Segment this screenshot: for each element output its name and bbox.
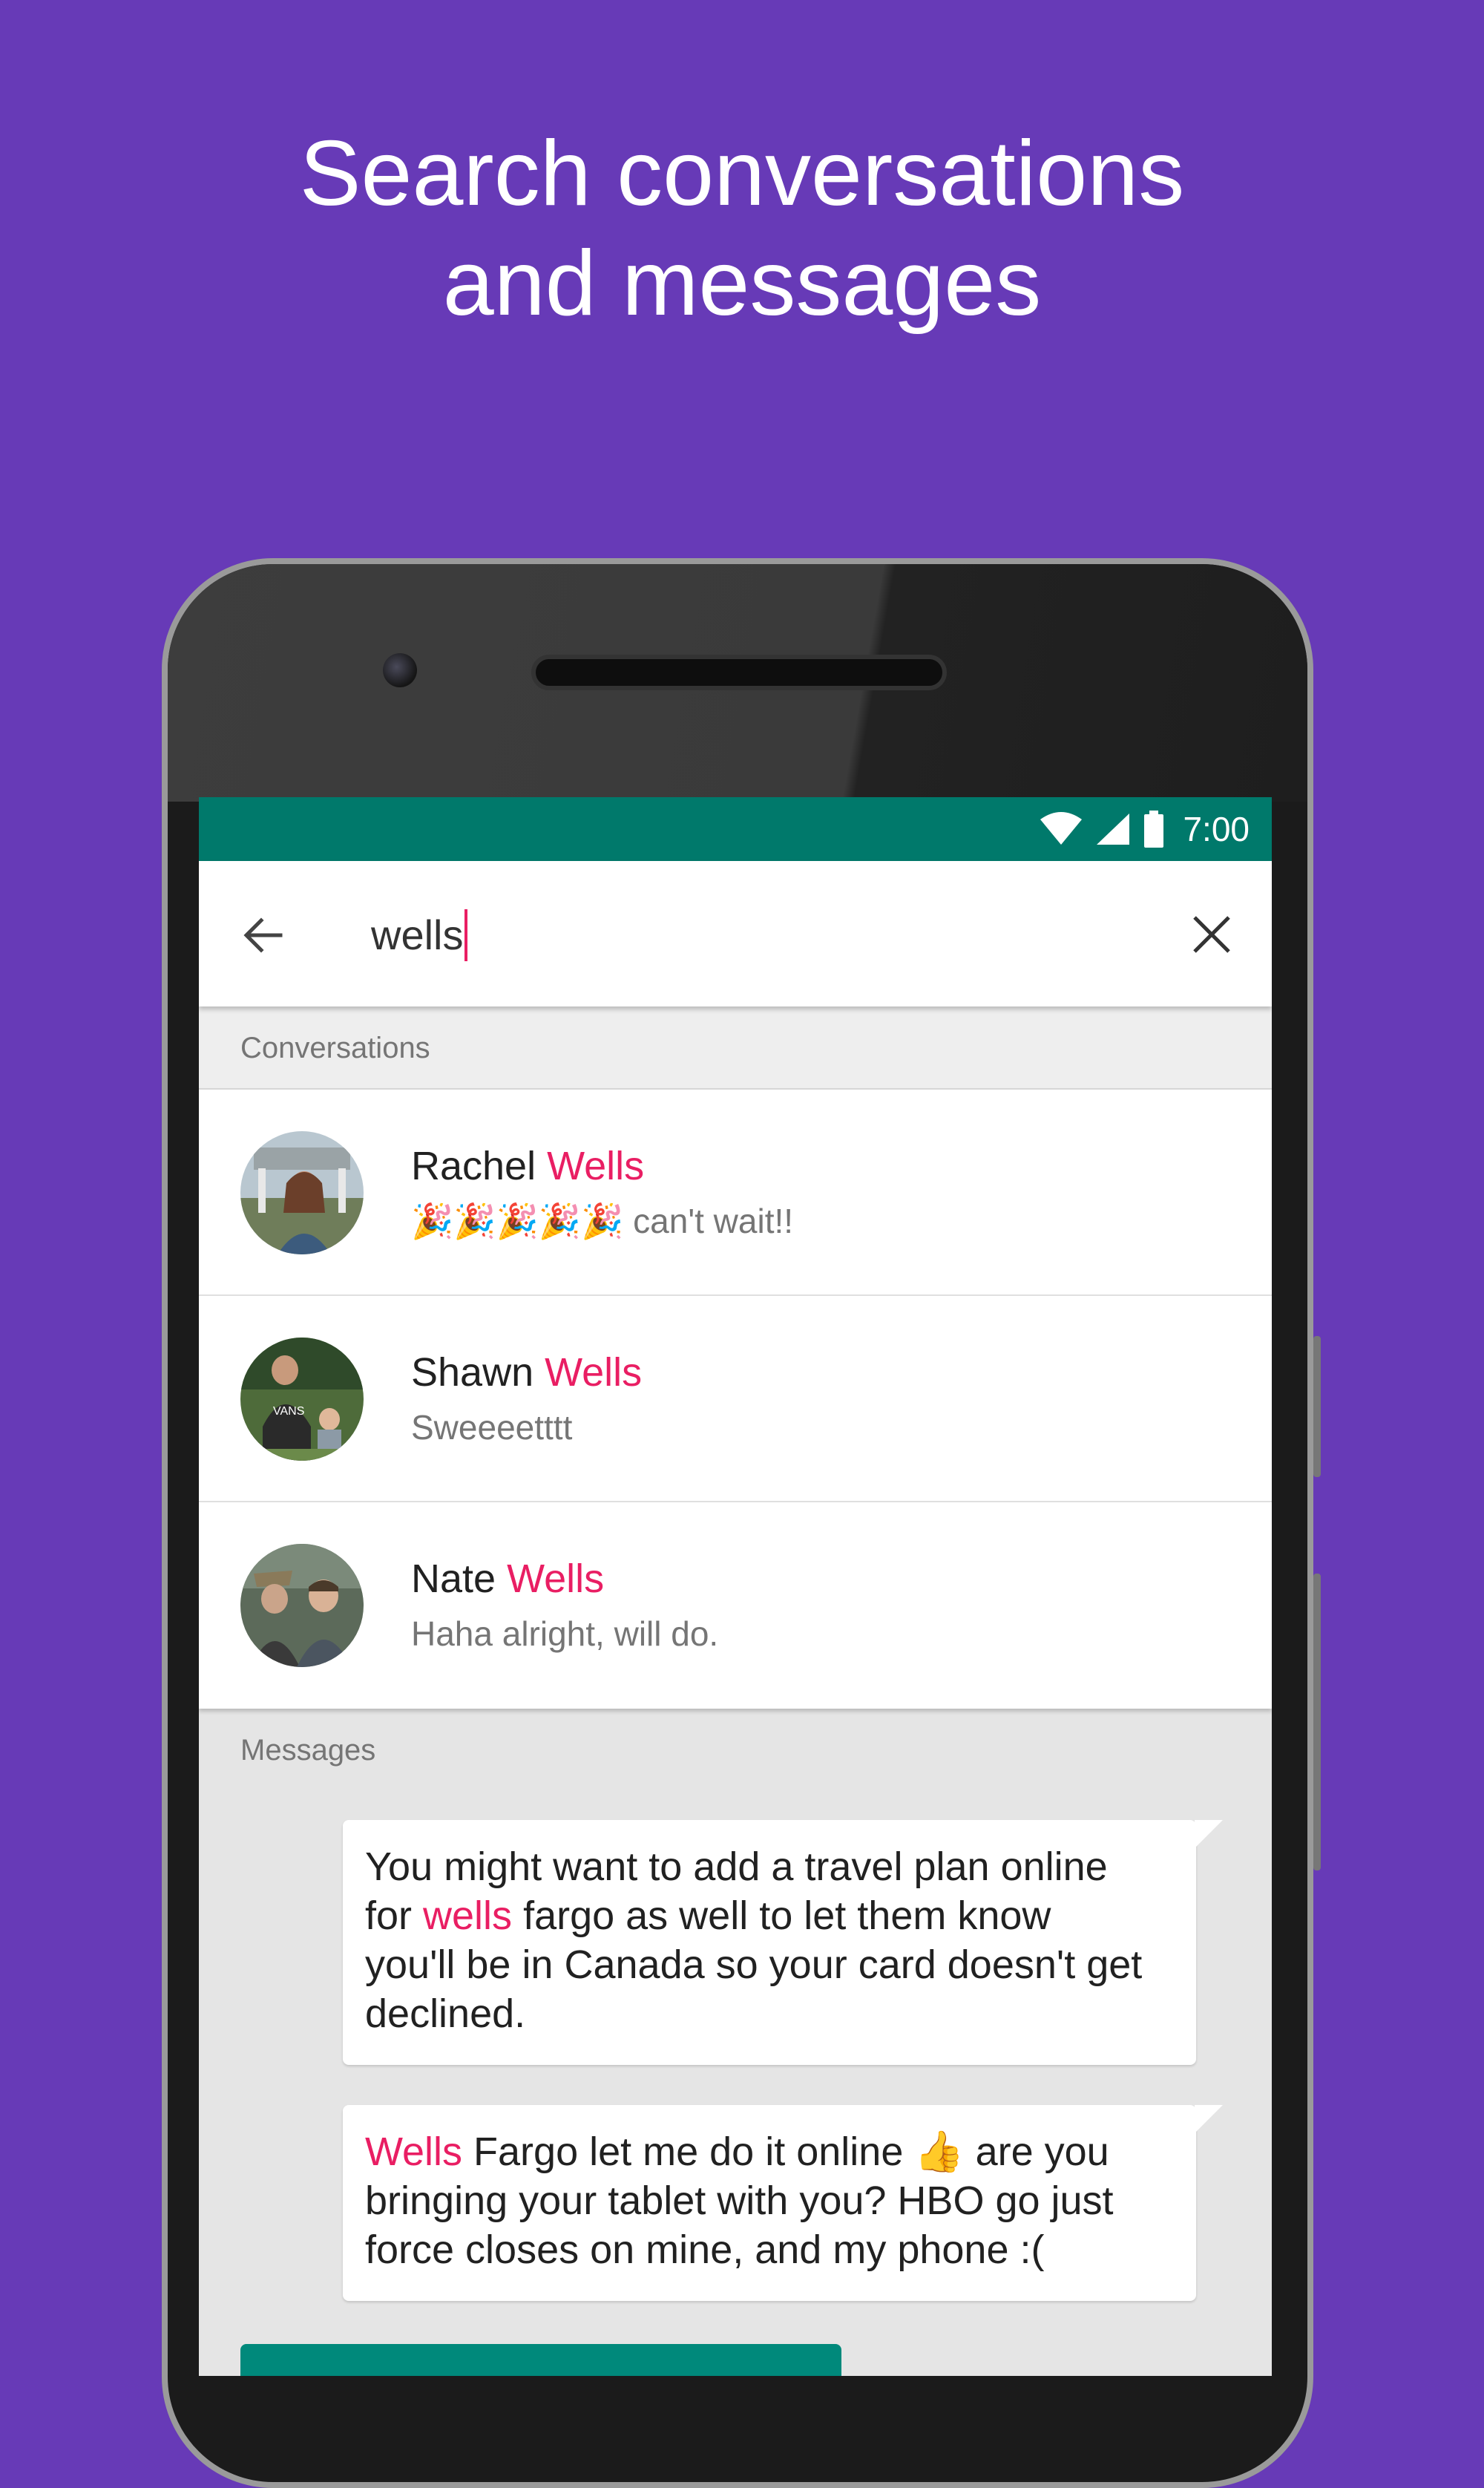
message-line: for wells fargo as well to let them know bbox=[365, 1893, 1051, 1938]
signal-icon bbox=[1097, 813, 1130, 845]
message-line: You might want to add a travel plan onli… bbox=[365, 1844, 1108, 1889]
svg-text:VANS: VANS bbox=[273, 1405, 304, 1418]
phone-screen: 7:00 wells Conversations Rachel Wells 🎉🎉… bbox=[199, 797, 1272, 2376]
avatar bbox=[240, 1131, 364, 1254]
status-time: 7:00 bbox=[1183, 810, 1250, 848]
search-bar: wells bbox=[199, 861, 1272, 1006]
arrow-back-icon[interactable] bbox=[239, 911, 286, 959]
close-icon[interactable] bbox=[1190, 913, 1233, 956]
search-query: wells bbox=[371, 911, 464, 958]
front-camera bbox=[383, 653, 417, 687]
status-icons: 7:00 bbox=[1039, 806, 1250, 852]
search-input[interactable]: wells bbox=[371, 904, 468, 966]
message-line: you'll be in Canada so your card doesn't… bbox=[365, 1942, 1143, 1987]
messages-header: Messages bbox=[199, 1709, 1272, 1792]
message-line: declined. bbox=[365, 1991, 526, 2036]
message-bubble[interactable]: You might want to add a travel plan onli… bbox=[343, 1820, 1196, 2065]
conversation-snippet: Sweeeetttt bbox=[411, 1408, 573, 1447]
message-bubble[interactable]: Wells Fargo let me do it online 👍 are yo… bbox=[343, 2105, 1196, 2301]
headline-line-2: and messages bbox=[442, 232, 1042, 335]
headline-line-1: Search conversations bbox=[299, 122, 1185, 225]
status-bar: 7:00 bbox=[199, 797, 1272, 861]
conversation-snippet: Haha alright, will do. bbox=[411, 1614, 719, 1653]
phone-side-button-volume bbox=[1313, 1574, 1321, 1870]
avatar: VANS bbox=[240, 1338, 364, 1461]
conversation-item[interactable]: Nate Wells Haha alright, will do. bbox=[199, 1502, 1272, 1709]
bubble-tail bbox=[1195, 2105, 1223, 2133]
message-line: bringing your tablet with you? HBO go ju… bbox=[365, 2178, 1114, 2223]
conversation-name: Nate Wells bbox=[411, 1556, 605, 1601]
battery-icon bbox=[1144, 811, 1164, 848]
conversation-name: Rachel Wells bbox=[411, 1144, 645, 1188]
phone-side-button-power bbox=[1313, 1336, 1321, 1477]
conversation-name: Shawn Wells bbox=[411, 1350, 643, 1395]
outgoing-message-bubble[interactable] bbox=[240, 2344, 841, 2376]
conversation-item[interactable]: Rachel Wells 🎉🎉🎉🎉🎉 can't wait!! bbox=[199, 1090, 1272, 1296]
text-caret bbox=[464, 909, 468, 961]
avatar bbox=[240, 1544, 364, 1667]
conversation-snippet: 🎉🎉🎉🎉🎉 can't wait!! bbox=[411, 1202, 794, 1240]
headline: Search conversations and messages bbox=[0, 119, 1484, 338]
message-line: Wells Fargo let me do it online 👍 are yo… bbox=[365, 2129, 1109, 2174]
earpiece-speaker bbox=[531, 655, 947, 690]
message-line: force closes on mine, and my phone :( bbox=[365, 2227, 1045, 2272]
wifi-icon bbox=[1040, 812, 1083, 845]
conversations-header: Conversations bbox=[199, 1006, 1272, 1090]
bubble-tail bbox=[1195, 1820, 1223, 1848]
conversation-item[interactable]: VANS Shawn Wells Sweeeetttt bbox=[199, 1296, 1272, 1502]
